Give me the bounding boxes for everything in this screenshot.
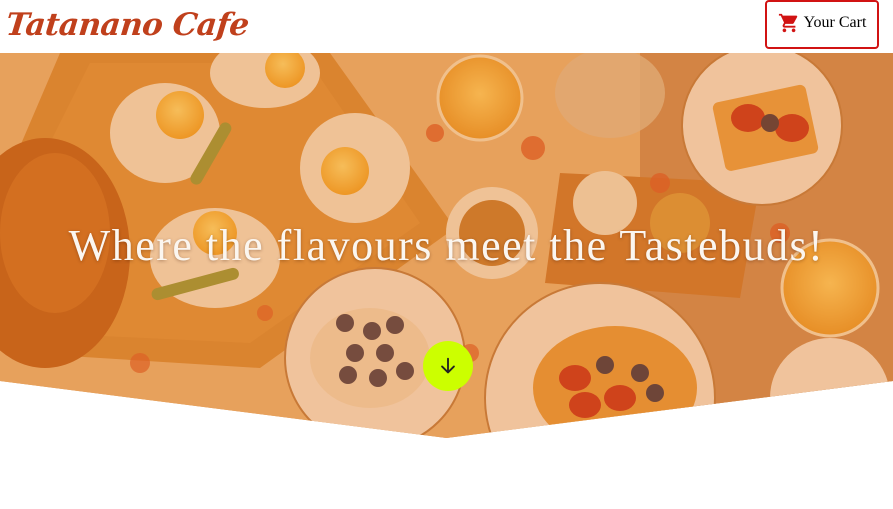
scroll-down-button[interactable]: [423, 341, 473, 391]
navbar: Tatanano Cafe Your Cart: [0, 0, 893, 53]
shopping-cart-icon: [778, 13, 797, 32]
cart-label: Your Cart: [803, 13, 867, 31]
arrow-down-icon: [441, 357, 455, 374]
brand-logo[interactable]: Tatanano Cafe: [4, 7, 250, 43]
hero-tagline: Where the flavours meet the Tastebuds!: [68, 221, 825, 270]
cart-button[interactable]: Your Cart: [765, 0, 879, 49]
